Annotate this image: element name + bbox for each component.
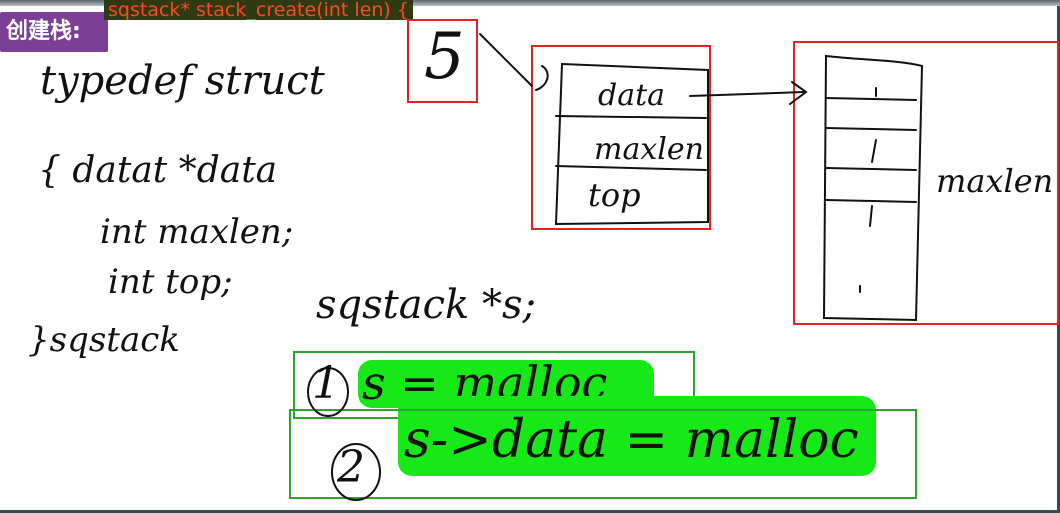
step1-circle [307,367,349,417]
step2-circle [331,443,381,501]
struct-sketch [554,62,709,226]
struct-divider-1 [555,115,707,119]
array-divider-2 [825,127,917,131]
array-tick-2 [871,139,877,163]
array-divider-3 [825,167,917,171]
array-sketch [822,54,924,322]
pointer-arrow [479,33,533,87]
struct-hook [535,65,549,91]
freehand-drawing [307,33,924,501]
array-divider-4 [825,199,917,203]
array-tick-3 [869,205,873,227]
struct-divider-2 [555,165,707,171]
array-divider-1 [825,97,917,101]
